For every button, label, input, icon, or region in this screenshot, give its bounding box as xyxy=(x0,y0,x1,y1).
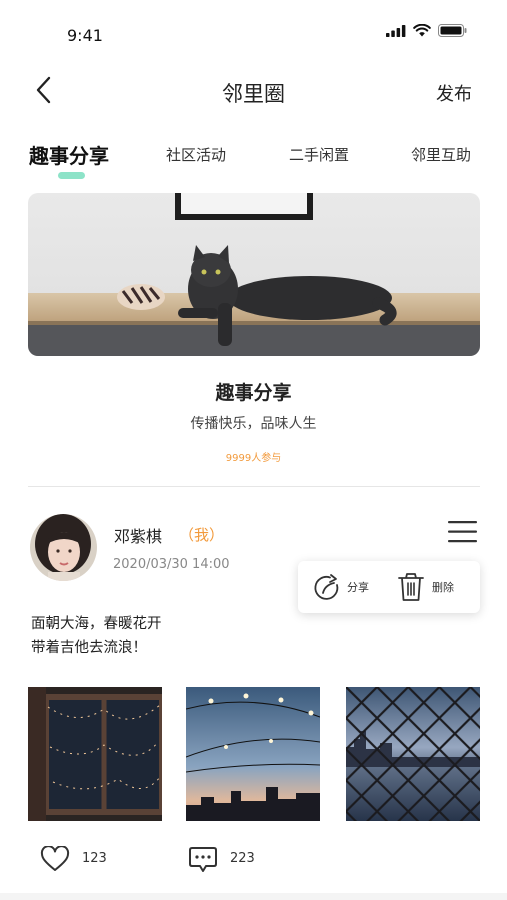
like-count: 123 xyxy=(82,851,107,866)
tab-fun-share[interactable]: 趣事分享 xyxy=(29,140,109,169)
status-time: 9:41 xyxy=(67,26,103,45)
topic-subtitle: 传播快乐，品味人生 xyxy=(190,416,317,432)
tab-neighbor-help[interactable]: 邻里互助 xyxy=(411,144,471,165)
share-label[interactable]: 分享 xyxy=(347,579,369,595)
category-tabs: 趣事分享 社区活动 二手闲置 邻里互助 xyxy=(0,138,507,188)
divider xyxy=(28,486,480,487)
post-photo-window-lights[interactable] xyxy=(28,687,162,821)
comment-button[interactable] xyxy=(188,846,218,878)
post-text-line: 带着吉他去流浪！ xyxy=(31,640,147,656)
wifi-icon xyxy=(413,24,431,37)
avatar[interactable] xyxy=(30,514,97,581)
battery-icon xyxy=(438,24,467,37)
status-bar: 9:41 xyxy=(0,0,507,64)
post-action-popup: 分享 删除 xyxy=(298,561,480,613)
trash-icon xyxy=(398,573,424,601)
publish-button[interactable]: 发布 xyxy=(436,80,472,106)
post-menu-button[interactable] xyxy=(448,519,478,545)
post-author-name[interactable]: 邓紫棋 xyxy=(114,523,162,547)
tab-community-events[interactable]: 社区活动 xyxy=(166,144,226,165)
share-icon xyxy=(314,574,339,600)
post-photo-city-fence[interactable] xyxy=(346,687,480,821)
post-date: 2020/03/30 14:00 xyxy=(113,557,230,572)
signal-icon xyxy=(386,24,406,37)
tab-active-indicator xyxy=(58,172,85,179)
post-text-line: 面朝大海，春暖花开 xyxy=(31,616,162,632)
topic-banner-image[interactable] xyxy=(28,193,480,356)
comment-count: 223 xyxy=(230,851,255,866)
comment-icon xyxy=(189,847,217,872)
heart-icon xyxy=(40,845,70,871)
delete-action[interactable] xyxy=(398,572,424,606)
post-self-tag: （我） xyxy=(179,526,225,544)
hamburger-menu-icon xyxy=(448,521,477,543)
page-title: 邻里圈 xyxy=(222,82,285,106)
delete-label[interactable]: 删除 xyxy=(432,579,454,595)
feed-separator xyxy=(0,893,507,900)
post-text: 面朝大海，春暖花开 带着吉他去流浪！ xyxy=(31,612,162,660)
nav-bar: 邻里圈 发布 xyxy=(0,64,507,120)
tab-second-hand[interactable]: 二手闲置 xyxy=(289,144,349,165)
topic-title: 趣事分享 xyxy=(215,382,292,404)
share-action[interactable] xyxy=(312,573,342,607)
status-icons xyxy=(386,24,467,37)
topic-participant-count: 9999人参与 xyxy=(225,453,282,464)
avatar-photo xyxy=(30,514,97,581)
like-button[interactable] xyxy=(40,845,70,876)
cat-photo xyxy=(28,193,480,356)
post-photo-string-lights[interactable] xyxy=(186,687,320,821)
